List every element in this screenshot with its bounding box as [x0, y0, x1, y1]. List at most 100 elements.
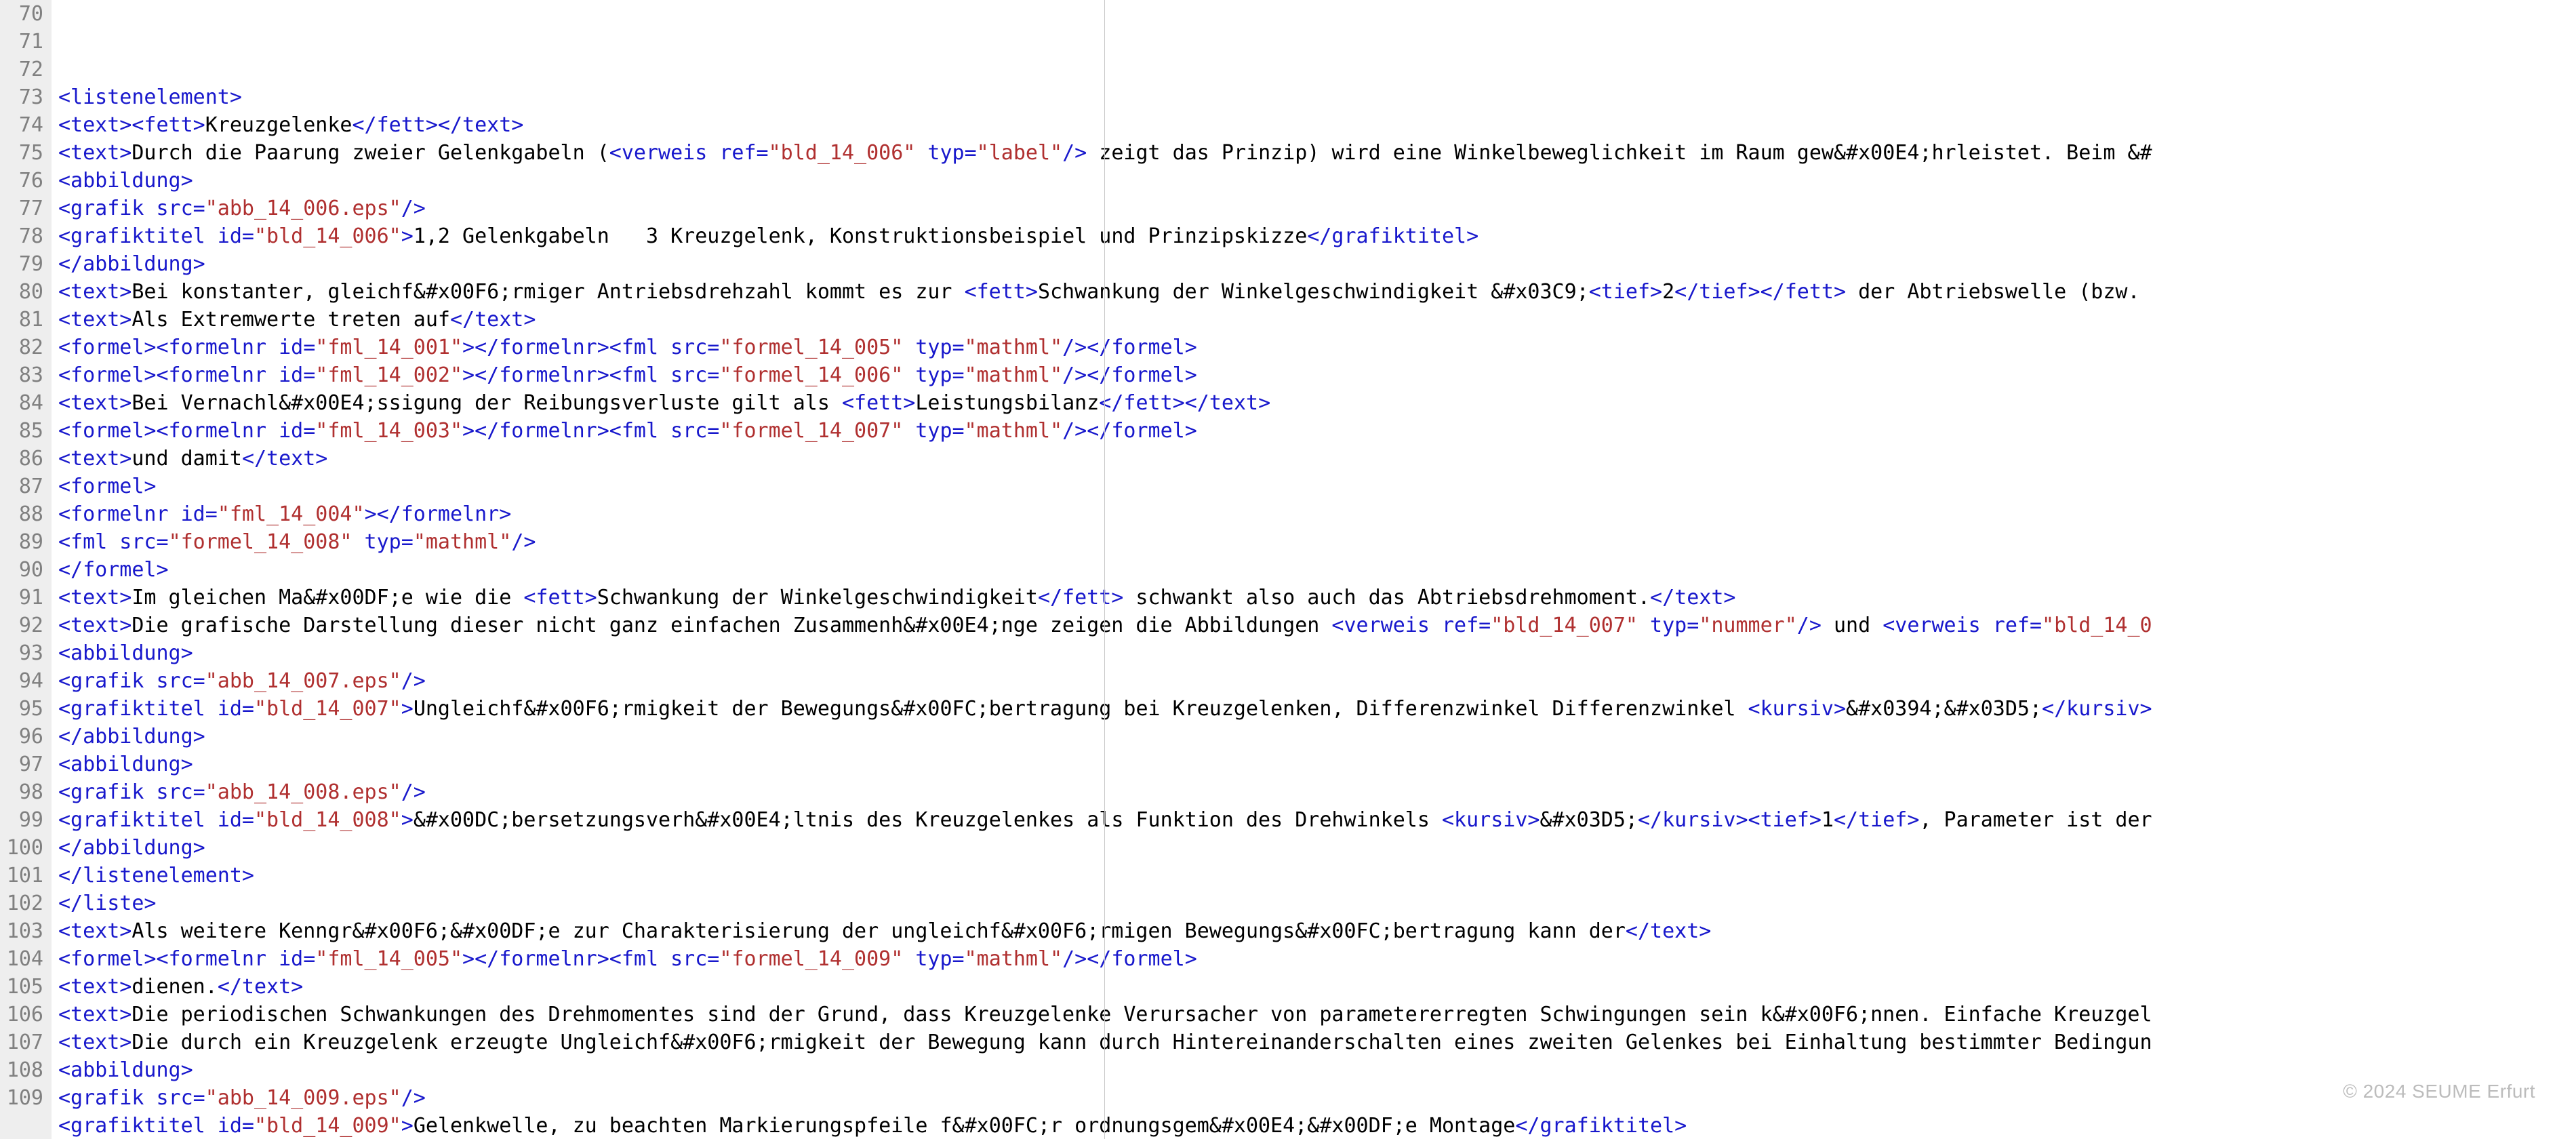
line-number: 82 — [0, 334, 43, 361]
xml-attr: id= — [266, 419, 315, 443]
code-area[interactable]: <listenelement><text><fett>Kreuzgelenke<… — [52, 0, 2576, 1139]
xml-tag: <text> — [58, 1003, 132, 1026]
xml-attr: src= — [144, 780, 205, 804]
line-number: 89 — [0, 528, 43, 556]
line-number: 72 — [0, 56, 43, 83]
xml-tag: </text> — [242, 447, 327, 471]
xml-tag: <grafik — [58, 197, 144, 220]
xml-value: "mathml" — [414, 530, 512, 554]
line-number: 108 — [0, 1056, 43, 1084]
xml-text: Im gleichen Ma&#x00DF;e wie die — [132, 586, 523, 610]
code-line[interactable]: <grafik src="abb_14_006.eps"/> — [58, 195, 2576, 222]
code-line[interactable]: <formel><formelnr id="fml_14_005"></form… — [58, 945, 2576, 973]
xml-tag: <grafik — [58, 780, 144, 804]
xml-tag: </fett></text> — [353, 113, 524, 137]
code-line[interactable]: <abbildung> — [58, 639, 2576, 667]
code-line[interactable]: <fml src="formel_14_008" typ="mathml"/> — [58, 528, 2576, 556]
xml-value: "fml_14_002" — [315, 363, 462, 387]
code-line[interactable]: <listenelement> — [58, 83, 2576, 111]
code-line[interactable]: <grafiktitel id="bld_14_007">Ungleichf&#… — [58, 695, 2576, 723]
xml-tag: <text> — [58, 141, 132, 165]
xml-attr: typ= — [903, 947, 964, 971]
xml-text: Die durch ein Kreuzgelenk erzeugte Ungle… — [132, 1031, 2152, 1054]
code-line[interactable]: <text>Die durch ein Kreuzgelenk erzeugte… — [58, 1028, 2576, 1056]
xml-tag: </liste> — [58, 892, 157, 915]
xml-text: Die grafische Darstellung dieser nicht g… — [132, 614, 1331, 637]
xml-tag: <kursiv> — [1748, 697, 1847, 721]
xml-tag: <kursiv> — [1442, 808, 1540, 832]
code-line[interactable]: <text>Als weitere Kenngr&#x00F6;&#x00DF;… — [58, 917, 2576, 945]
xml-text: und — [1822, 614, 1883, 637]
code-line[interactable]: <text>dienen.</text> — [58, 973, 2576, 1001]
code-line[interactable]: <text>Die periodischen Schwankungen des … — [58, 1001, 2576, 1028]
code-line[interactable]: <text>Im gleichen Ma&#x00DF;e wie die <f… — [58, 584, 2576, 612]
xml-tag: </abbildung> — [58, 252, 205, 276]
code-line[interactable]: <text>und damit</text> — [58, 445, 2576, 473]
code-line[interactable]: <text>Durch die Paarung zweier Gelenkgab… — [58, 139, 2576, 167]
xml-tag: /> — [511, 530, 536, 554]
code-line[interactable]: <grafiktitel id="bld_14_008">&#x00DC;ber… — [58, 806, 2576, 834]
line-number: 76 — [0, 167, 43, 195]
xml-tag: </tief></fett> — [1674, 280, 1846, 304]
code-line[interactable]: <grafik src="abb_14_008.eps"/> — [58, 778, 2576, 806]
code-editor[interactable]: 7071727374757677787980818283848586878889… — [0, 0, 2576, 1139]
line-number: 94 — [0, 667, 43, 695]
xml-attr: typ= — [903, 419, 964, 443]
code-line[interactable]: <abbildung> — [58, 167, 2576, 195]
xml-tag: /> — [1797, 614, 1822, 637]
code-line[interactable]: <formel><formelnr id="fml_14_003"></form… — [58, 417, 2576, 445]
code-line[interactable]: <formelnr id="fml_14_004"></formelnr> — [58, 500, 2576, 528]
code-line[interactable]: <grafiktitel id="bld_14_006">1,2 Gelenkg… — [58, 222, 2576, 250]
xml-tag: <text> — [58, 447, 132, 471]
code-line[interactable]: <text>Bei konstanter, gleichf&#x00F6;rmi… — [58, 278, 2576, 306]
xml-tag: <text> — [58, 919, 132, 943]
xml-value: "formel_14_007" — [719, 419, 903, 443]
xml-text: der Abtriebswelle (bzw. — [1846, 280, 2139, 304]
code-line[interactable]: <formel><formelnr id="fml_14_002"></form… — [58, 361, 2576, 389]
code-line[interactable]: <grafik src="abb_14_007.eps"/> — [58, 667, 2576, 695]
line-number: 84 — [0, 389, 43, 417]
xml-attr: ref= — [707, 141, 768, 165]
xml-attr: id= — [266, 947, 315, 971]
code-line[interactable]: <grafik src="abb_14_009.eps"/> — [58, 1084, 2576, 1112]
xml-tag: <abbildung> — [58, 753, 193, 776]
line-number: 78 — [0, 222, 43, 250]
code-line[interactable]: <grafiktitel id="bld_14_009">Gelenkwelle… — [58, 1112, 2576, 1139]
code-line[interactable]: <abbildung> — [58, 1056, 2576, 1084]
code-line[interactable]: <abbildung> — [58, 751, 2576, 778]
code-line[interactable]: <text>Die grafische Darstellung dieser n… — [58, 612, 2576, 639]
xml-tag: <text> — [58, 1031, 132, 1054]
xml-tag: /> — [1062, 141, 1087, 165]
code-line[interactable]: <formel> — [58, 473, 2576, 500]
xml-text: Als weitere Kenngr&#x00F6;&#x00DF;e zur … — [132, 919, 1626, 943]
xml-attr: src= — [144, 669, 205, 693]
xml-text: Leistungsbilanz — [915, 391, 1099, 415]
code-line[interactable]: <text>Bei Vernachl&#x00E4;ssigung der Re… — [58, 389, 2576, 417]
code-line[interactable]: <text><fett>Kreuzgelenke</fett></text> — [58, 111, 2576, 139]
line-number: 95 — [0, 695, 43, 723]
xml-tag: /> — [401, 780, 426, 804]
xml-tag: </text> — [218, 975, 303, 999]
xml-attr: ref= — [1430, 614, 1491, 637]
code-line[interactable]: <text>Als Extremwerte treten auf</text> — [58, 306, 2576, 334]
code-line[interactable]: <formel><formelnr id="fml_14_001"></form… — [58, 334, 2576, 361]
xml-text: Gelenkwelle, zu beachten Markierungspfei… — [414, 1114, 1516, 1138]
xml-value: "bld_14_0 — [2042, 614, 2152, 637]
code-line[interactable]: </formel> — [58, 556, 2576, 584]
xml-tag: <grafik — [58, 669, 144, 693]
xml-tag: <fett> — [965, 280, 1038, 304]
xml-text: &#x0394;&#x03D5; — [1846, 697, 2042, 721]
code-line[interactable]: </abbildung> — [58, 834, 2576, 862]
code-line[interactable]: </abbildung> — [58, 723, 2576, 751]
code-line[interactable]: </liste> — [58, 890, 2576, 917]
xml-value: "abb_14_008.eps" — [205, 780, 401, 804]
line-number: 70 — [0, 0, 43, 28]
xml-value: "mathml" — [965, 947, 1063, 971]
xml-tag: /></formel> — [1062, 336, 1197, 359]
xml-attr: src= — [144, 197, 205, 220]
line-number: 107 — [0, 1028, 43, 1056]
line-number-gutter: 7071727374757677787980818283848586878889… — [0, 0, 52, 1139]
xml-attr: src= — [144, 1086, 205, 1110]
code-line[interactable]: </listenelement> — [58, 862, 2576, 890]
code-line[interactable]: </abbildung> — [58, 250, 2576, 278]
